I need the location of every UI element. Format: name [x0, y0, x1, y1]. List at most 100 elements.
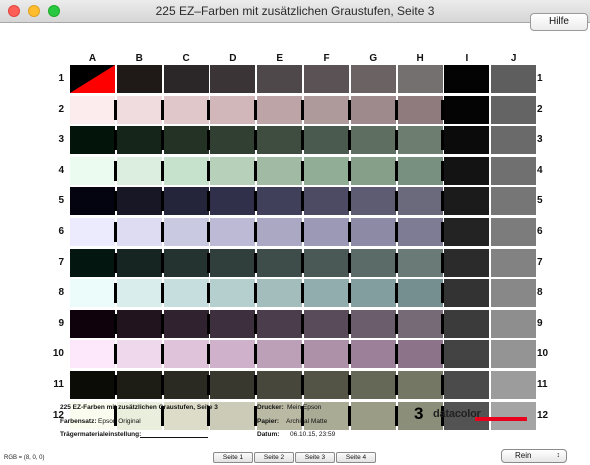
swatch-c4[interactable]	[160, 156, 209, 185]
swatch-d8[interactable]	[207, 279, 256, 308]
swatch-e2[interactable]	[254, 95, 303, 124]
swatch-d5[interactable]	[207, 187, 256, 216]
swatch-g11[interactable]	[347, 371, 396, 399]
swatch-c8[interactable]	[160, 279, 209, 308]
swatch-a2[interactable]	[70, 95, 115, 124]
swatch-h8[interactable]	[394, 279, 443, 308]
swatch-g7[interactable]	[347, 248, 396, 277]
swatch-d2[interactable]	[207, 95, 256, 124]
swatch-i7[interactable]	[441, 248, 490, 277]
swatch-a8[interactable]	[70, 279, 115, 308]
page-button-2[interactable]: Seite 2	[254, 452, 294, 463]
swatch-e1[interactable]	[257, 65, 303, 93]
swatch-a11[interactable]	[70, 371, 115, 399]
swatch-g2[interactable]	[347, 95, 396, 124]
swatch-i10[interactable]	[441, 340, 490, 369]
swatch-b4[interactable]	[113, 156, 162, 185]
swatch-e11[interactable]	[254, 371, 303, 399]
swatch-d3[interactable]	[207, 126, 256, 155]
swatch-j3[interactable]	[491, 126, 537, 155]
swatch-b9[interactable]	[113, 309, 162, 338]
swatch-e10[interactable]	[254, 340, 303, 369]
swatch-g6[interactable]	[347, 218, 396, 246]
swatch-h4[interactable]	[394, 156, 443, 185]
swatch-d11[interactable]	[207, 371, 256, 399]
swatch-a10[interactable]	[70, 340, 115, 369]
swatch-i9[interactable]	[441, 309, 490, 338]
swatch-j4[interactable]	[491, 156, 537, 185]
swatch-a9[interactable]	[70, 309, 115, 338]
swatch-h3[interactable]	[394, 126, 443, 155]
swatch-b10[interactable]	[113, 340, 162, 369]
swatch-i6[interactable]	[441, 218, 490, 246]
swatch-c7[interactable]	[160, 248, 209, 277]
swatch-h2[interactable]	[394, 95, 443, 124]
swatch-g12[interactable]	[347, 401, 396, 430]
swatch-e9[interactable]	[254, 309, 303, 338]
swatch-g3[interactable]	[347, 126, 396, 155]
swatch-c6[interactable]	[160, 218, 209, 246]
swatch-i2[interactable]	[441, 95, 490, 124]
swatch-i8[interactable]	[441, 279, 490, 308]
swatch-h6[interactable]	[394, 218, 443, 246]
swatch-f11[interactable]	[301, 371, 349, 399]
view-mode-select[interactable]: Rein ↕	[501, 449, 567, 463]
swatch-d1[interactable]	[210, 65, 256, 93]
swatch-c10[interactable]	[160, 340, 209, 369]
swatch-i3[interactable]	[441, 126, 490, 155]
swatch-b2[interactable]	[113, 95, 162, 124]
swatch-a5[interactable]	[70, 187, 115, 216]
swatch-a1[interactable]	[70, 65, 115, 93]
swatch-i5[interactable]	[441, 187, 490, 216]
swatch-g4[interactable]	[347, 156, 396, 185]
swatch-h11[interactable]	[394, 371, 443, 399]
swatch-j8[interactable]	[491, 279, 537, 308]
swatch-f10[interactable]	[301, 340, 349, 369]
help-button[interactable]: Hilfe	[530, 13, 588, 31]
swatch-g10[interactable]	[347, 340, 396, 369]
swatch-b11[interactable]	[113, 371, 162, 399]
swatch-j6[interactable]	[491, 218, 537, 246]
swatch-d4[interactable]	[207, 156, 256, 185]
page-button-3[interactable]: Seite 3	[295, 452, 335, 463]
page-button-1[interactable]: Seite 1	[213, 452, 253, 463]
swatch-a7[interactable]	[70, 248, 115, 277]
swatch-j1[interactable]	[491, 65, 537, 93]
swatch-c1[interactable]	[163, 65, 209, 93]
swatch-c11[interactable]	[160, 371, 209, 399]
swatch-h9[interactable]	[394, 309, 443, 338]
swatch-j2[interactable]	[491, 95, 537, 124]
swatch-g8[interactable]	[347, 279, 396, 308]
swatch-e6[interactable]	[254, 218, 303, 246]
swatch-b6[interactable]	[113, 218, 162, 246]
swatch-a4[interactable]	[70, 156, 115, 185]
swatch-a6[interactable]	[70, 218, 115, 246]
swatch-e7[interactable]	[254, 248, 303, 277]
swatch-g5[interactable]	[347, 187, 396, 216]
swatch-f7[interactable]	[301, 248, 349, 277]
swatch-c9[interactable]	[160, 309, 209, 338]
swatch-c3[interactable]	[160, 126, 209, 155]
swatch-f5[interactable]	[301, 187, 349, 216]
swatch-f1[interactable]	[304, 65, 349, 93]
page-button-4[interactable]: Seite 4	[336, 452, 376, 463]
swatch-d7[interactable]	[207, 248, 256, 277]
swatch-j12[interactable]	[491, 401, 537, 430]
swatch-f9[interactable]	[301, 309, 349, 338]
swatch-d9[interactable]	[207, 309, 256, 338]
swatch-i4[interactable]	[441, 156, 490, 185]
swatch-g1[interactable]	[350, 65, 396, 93]
swatch-e8[interactable]	[254, 279, 303, 308]
swatch-f6[interactable]	[301, 218, 349, 246]
swatch-d10[interactable]	[207, 340, 256, 369]
swatch-b7[interactable]	[113, 248, 162, 277]
swatch-b3[interactable]	[113, 126, 162, 155]
swatch-b5[interactable]	[113, 187, 162, 216]
swatch-f4[interactable]	[301, 156, 349, 185]
swatch-h5[interactable]	[394, 187, 443, 216]
swatch-e4[interactable]	[254, 156, 303, 185]
swatch-c2[interactable]	[160, 95, 209, 124]
swatch-j5[interactable]	[491, 187, 537, 216]
swatch-j10[interactable]	[491, 340, 537, 369]
swatch-j7[interactable]	[491, 248, 537, 277]
